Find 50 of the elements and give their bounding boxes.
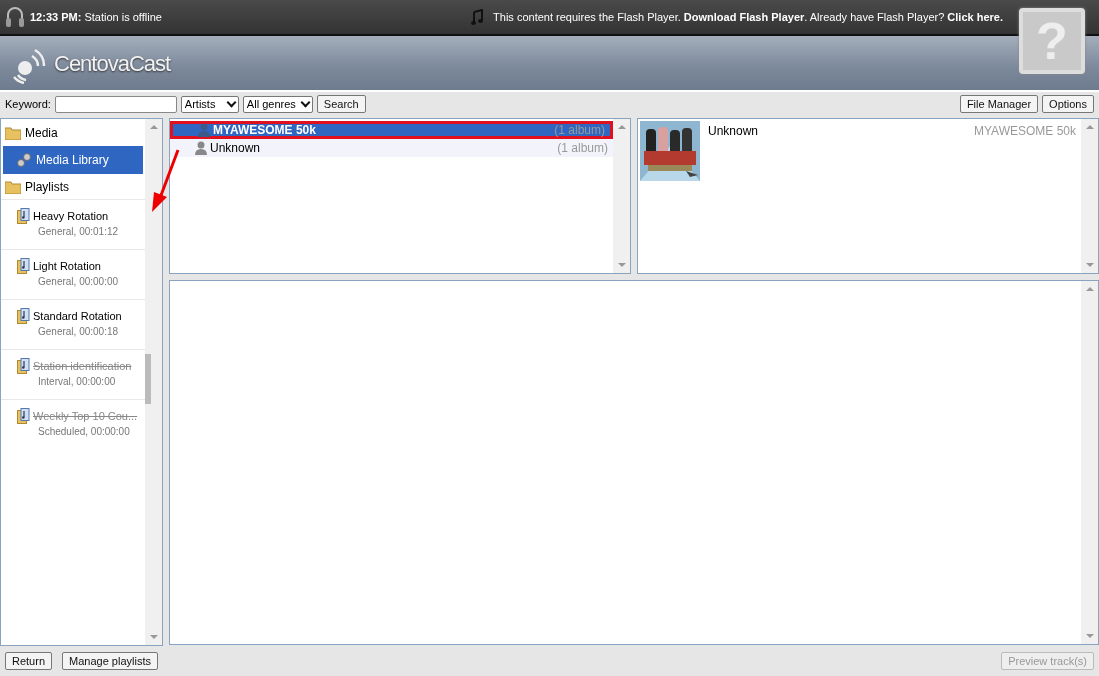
filter-dropdown[interactable]: Artists [180,95,239,113]
folder-icon [5,180,21,194]
sidebar-group[interactable]: Playlists [1,175,145,199]
playlist-name: Light Rotation [33,260,101,272]
playlist-icon [17,408,30,424]
playlist-details: Scheduled, 00:00:00 [37,426,131,437]
playlist-name: Heavy Rotation [33,210,109,222]
sidebar-group[interactable]: Media [1,121,145,145]
keyword-label: Keyword: [5,98,51,110]
scrollbar[interactable] [145,119,162,645]
folder-icon [5,126,21,140]
playlist-icon [17,358,30,374]
playlist-name: Weekly Top 10 Cou... [33,410,138,422]
playlist-name: Station identification [33,360,132,372]
station-status: 12:33 PM: Station is offline [30,11,162,23]
footer-button[interactable]: Manage playlists [62,652,158,670]
playlist-details: Interval, 00:00:00 [37,376,117,387]
headphones-icon [6,6,24,28]
scrollbar[interactable] [613,119,630,273]
sidebar-item[interactable]: Media Library [3,146,143,174]
person-icon [194,141,208,155]
playlist-details: General, 00:00:00 [37,276,120,287]
brand-name: CentovaCast [54,51,171,77]
playlist-icon [17,258,30,274]
toolbar-button[interactable]: File Manager [959,95,1039,113]
playlist-name: Standard Rotation [33,310,122,322]
discs-icon [17,153,31,167]
album-title[interactable]: Unknown [708,124,759,138]
person-icon [197,123,211,137]
scrollbar[interactable] [1081,119,1098,273]
footer-button[interactable]: Return [5,652,53,670]
search-button[interactable]: Search [316,95,366,113]
genre-dropdown[interactable]: All genres [242,95,313,113]
playlist-details: General, 00:00:18 [37,326,120,337]
annotation-arrow [150,148,180,214]
music-note-icon [471,9,484,25]
keyword-field[interactable] [54,95,177,113]
playlist-details: General, 00:01:12 [37,226,120,237]
flash-notice: This content requires the Flash Player. Download Flash Player. Already have Flash Player? Click here. [493,11,1003,23]
question-mark: ? [1036,11,1068,71]
album-artist: MYAWESOME 50k [973,124,1076,138]
artist-row[interactable]: Unknown (1 album) [170,139,613,157]
playlist-icon [17,208,30,224]
item-label: Media Library [36,153,109,167]
group-label: Playlists [25,180,69,194]
toolbar-button[interactable]: Options [1042,95,1094,113]
group-label: Media [25,126,58,140]
artist-row[interactable]: MYAWESOME 50k (1 album) [170,121,613,139]
playlist-icon [17,308,30,324]
scrollbar[interactable] [1081,281,1098,644]
